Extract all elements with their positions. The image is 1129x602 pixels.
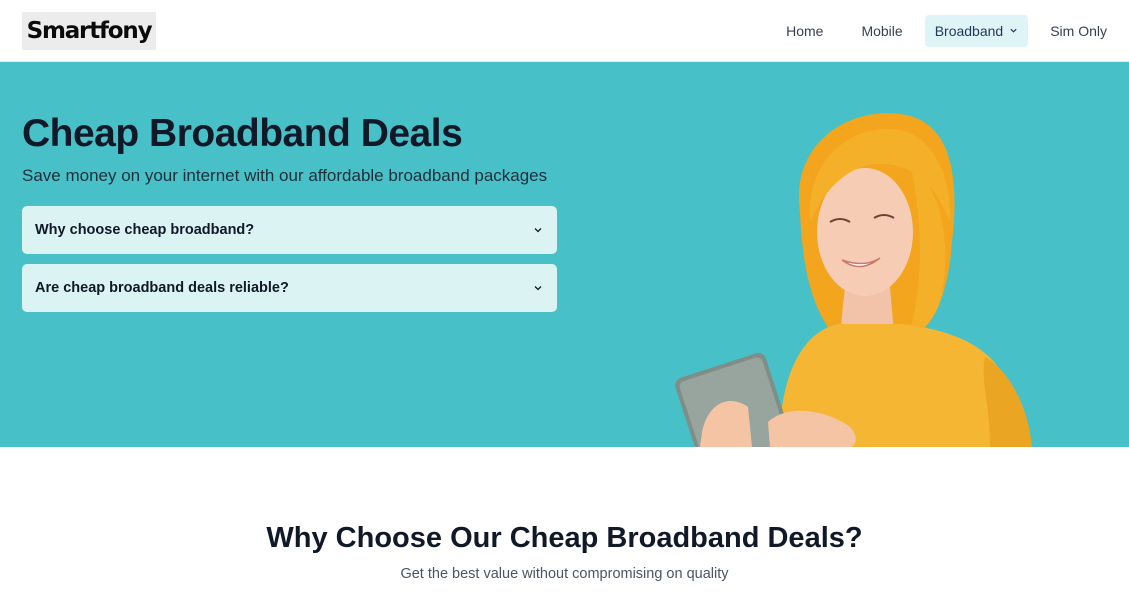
chevron-down-icon — [1010, 28, 1017, 33]
faq-question: Why choose cheap broadband? — [35, 222, 255, 238]
faq-item-reliable[interactable]: Are cheap broadband deals reliable? — [22, 264, 557, 312]
faq-question: Are cheap broadband deals reliable? — [35, 280, 289, 296]
hero-subtitle: Save money on your internet with our aff… — [22, 166, 548, 185]
nav-home-link[interactable]: Home — [770, 15, 839, 47]
faq-item-why-choose[interactable]: Why choose cheap broadband? — [22, 206, 557, 254]
nav-mobile-link[interactable]: Mobile — [845, 15, 918, 47]
chevron-down-icon — [534, 286, 542, 291]
main-nav: Home Mobile Broadband Sim Only — [770, 14, 1107, 47]
site-logo[interactable]: Smartfony — [22, 11, 156, 50]
chevron-down-icon — [534, 228, 542, 233]
nav-sim-only-link[interactable]: Sim Only — [1034, 15, 1107, 47]
section-subtitle: Get the best value without compromising … — [400, 566, 729, 582]
section-title: Why Choose Our Cheap Broadband Deals? — [266, 522, 863, 554]
nav-broadband-dropdown[interactable]: Broadband — [924, 14, 1029, 47]
hero-title: Cheap Broadband Deals — [22, 112, 463, 155]
site-header: Smartfony Home Mobile Broadband Sim Only — [0, 0, 1129, 62]
woman-with-tablet-photo — [675, 113, 1032, 447]
nav-broadband-label: Broadband — [934, 22, 1004, 39]
hero-section: Cheap Broadband Deals Save money on your… — [0, 62, 1129, 447]
